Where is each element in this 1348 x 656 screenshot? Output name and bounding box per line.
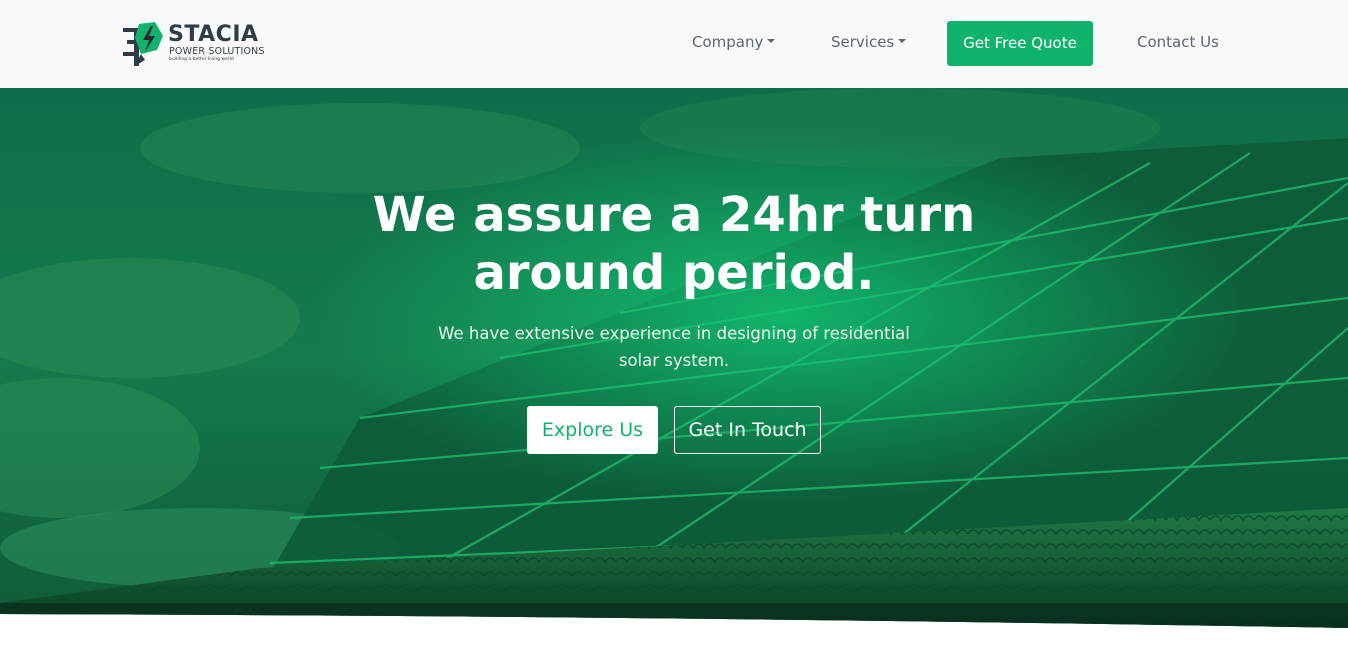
nav-services-label: Services [831, 33, 895, 51]
nav-company-label: Company [692, 33, 764, 51]
brand-name: STACIA [168, 22, 259, 47]
get-in-touch-button[interactable]: Get In Touch [674, 406, 821, 454]
hero-section: We assure a 24hr turn around period. We … [0, 88, 1348, 628]
brand-subtitle: POWER SOLUTIONS [169, 46, 265, 57]
explore-us-button[interactable]: Explore Us [527, 406, 658, 454]
nav-company-dropdown[interactable]: Company [692, 33, 776, 51]
hero-subtitle: We have extensive experience in designin… [438, 324, 910, 370]
brand-logo[interactable]: STACIA POWER SOLUTIONS building a better… [121, 20, 281, 72]
caret-down-icon [898, 38, 907, 43]
nav-contact-link[interactable]: Contact Us [1137, 33, 1219, 51]
navbar: STACIA POWER SOLUTIONS building a better… [0, 0, 1348, 88]
get-free-quote-button[interactable]: Get Free Quote [947, 21, 1093, 66]
hero-title: We assure a 24hr turn around period. [372, 187, 976, 301]
caret-down-icon [767, 38, 776, 43]
lightning-bolt-icon [123, 22, 163, 66]
brand-tagline: building a better living world [169, 57, 234, 62]
nav-services-dropdown[interactable]: Services [831, 33, 907, 51]
